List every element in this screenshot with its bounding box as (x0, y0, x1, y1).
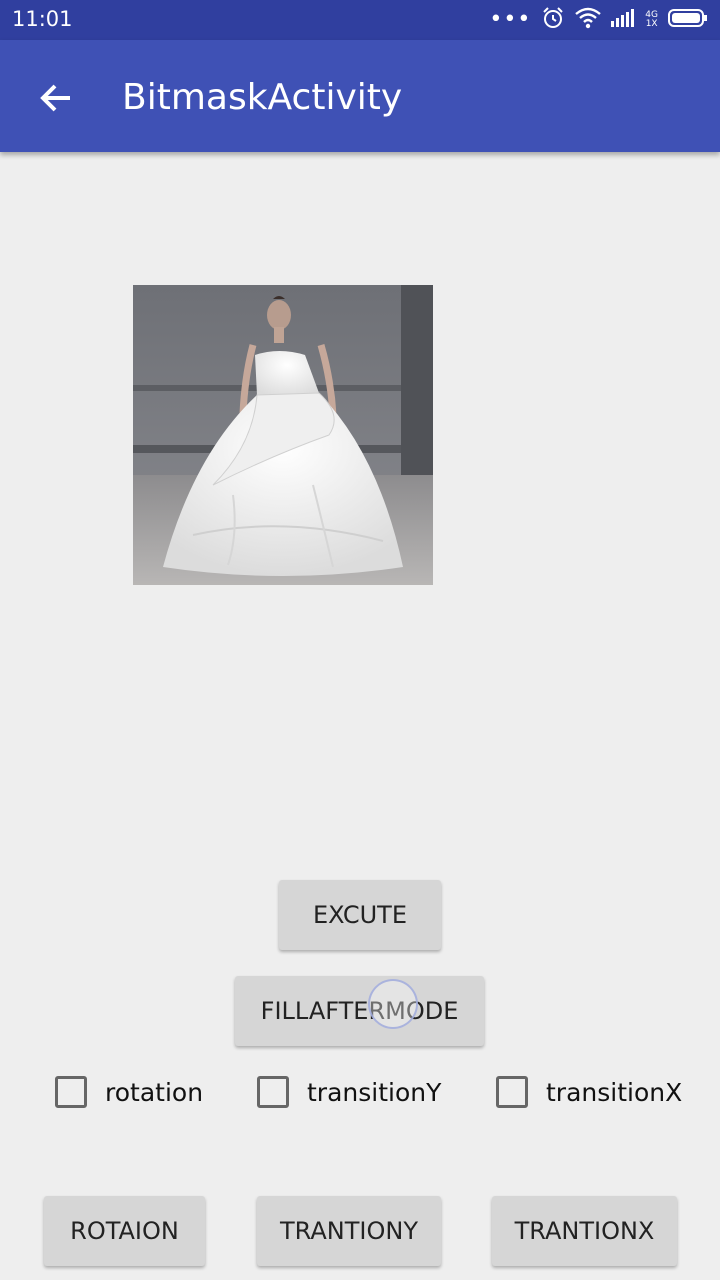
rotaion-button[interactable]: ROTAION (44, 1196, 205, 1266)
bride-photo (133, 285, 433, 585)
status-icons: ••• 4G 1X (489, 6, 708, 34)
checkbox-transitionx[interactable]: transitionX (496, 1072, 682, 1112)
app-title: BitmaskActivity (122, 77, 403, 118)
network-type: 4G 1X (645, 11, 658, 29)
app-bar: BitmaskActivity (0, 40, 720, 152)
checkbox-label: transitionY (307, 1077, 442, 1107)
checkbox-transitiony[interactable]: transitionY (257, 1072, 441, 1112)
fillaftermode-button[interactable]: FILLAFTERMODE (235, 976, 484, 1046)
network-bottom: 1X (645, 19, 658, 29)
alarm-icon (541, 6, 565, 34)
status-time: 11:01 (12, 7, 73, 31)
trantiony-button[interactable]: TRANTIONY (257, 1196, 441, 1266)
checkbox-label: transitionX (546, 1077, 683, 1107)
excute-button[interactable]: EXCUTE (279, 880, 441, 950)
battery-icon (668, 9, 708, 31)
arrow-back-icon[interactable] (36, 78, 76, 118)
trantionx-button[interactable]: TRANTIONX (492, 1196, 677, 1266)
wifi-icon (575, 7, 602, 33)
more-dots-icon: ••• (489, 7, 532, 32)
checkbox-box[interactable] (496, 1076, 528, 1108)
checkbox-box[interactable] (257, 1076, 289, 1108)
checkbox-label: rotation (105, 1077, 204, 1107)
signal-icon (611, 9, 635, 31)
checkbox-box[interactable] (55, 1076, 87, 1108)
status-bar: 11:01 ••• 4G 1X (0, 0, 720, 40)
checkbox-rotation[interactable]: rotation (55, 1072, 203, 1112)
